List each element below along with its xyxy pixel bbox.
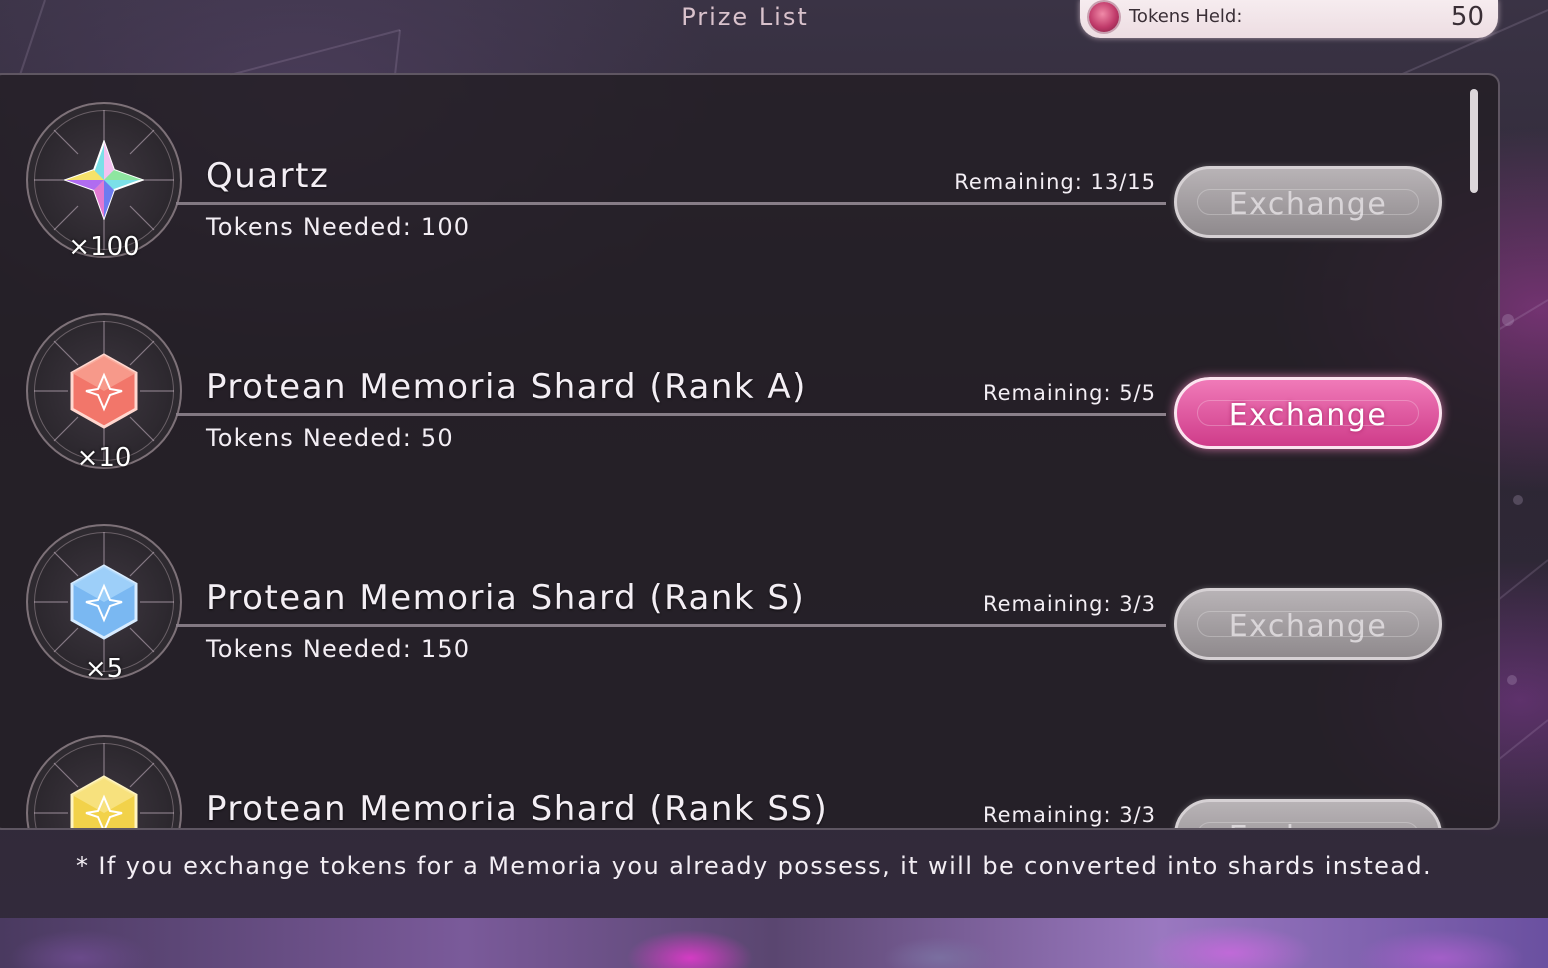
exchange-button[interactable]: Exchange [1174,588,1442,660]
button-decoration [1197,611,1419,637]
prize-medal: ×100 [26,102,182,262]
exchange-button[interactable]: Exchange [1174,377,1442,449]
prize-name: Protean Memoria Shard (Rank A) [206,367,807,407]
blue-hexagon-shard-icon [70,564,138,640]
scrollbar-thumb[interactable] [1470,89,1478,193]
prize-name: Quartz [206,156,330,196]
row-divider [176,413,1166,416]
background-flower-art [0,918,1548,968]
tokens-needed: Tokens Needed: 150 [206,635,471,663]
remaining-count: Remaining: 3/3 [982,803,1156,827]
tokens-held-display: Tokens Held: 50 [1080,0,1498,38]
prize-name: Protean Memoria Shard (Rank SS) [206,789,829,829]
row-divider [176,202,1166,205]
footnote: * If you exchange tokens for a Memoria y… [76,852,1433,880]
prize-row-rank-a: ×10 Protean Memoria Shard (Rank A) Token… [0,311,1472,522]
prize-row-rank-s: ×5 Protean Memoria Shard (Rank S) Tokens… [0,522,1472,733]
button-decoration [1197,822,1419,828]
token-coin-icon [1089,2,1119,32]
red-hexagon-shard-icon [70,353,138,429]
prize-quantity: ×100 [68,232,140,262]
prize-medal: ×5 [26,524,182,684]
prize-row-quartz: ×100 Quartz Tokens Needed: 100 Remaining… [0,100,1472,311]
tokens-held-value: 50 [1450,2,1484,32]
prize-medal [26,735,182,828]
button-decoration [1197,189,1419,215]
tokens-held-label: Tokens Held: [1129,6,1243,27]
tokens-needed: Tokens Needed: 50 [206,424,454,452]
gold-hexagon-shard-icon [70,775,138,828]
prize-list-panel[interactable]: ×100 Quartz Tokens Needed: 100 Remaining… [0,73,1500,830]
exchange-button[interactable]: Exchange [1174,166,1442,238]
remaining-count: Remaining: 13/15 [954,170,1156,194]
prize-row-rank-ss: Protean Memoria Shard (Rank SS) Remainin… [0,733,1472,829]
prize-quantity: ×5 [84,654,124,684]
tokens-needed: Tokens Needed: 100 [206,213,471,241]
remaining-count: Remaining: 5/5 [982,381,1156,405]
button-decoration [1197,400,1419,426]
prize-name: Protean Memoria Shard (Rank S) [206,578,806,618]
remaining-count: Remaining: 3/3 [982,592,1156,616]
rainbow-star-crystal-icon [64,140,144,220]
row-divider [176,624,1166,627]
exchange-button[interactable]: Exchange [1174,799,1442,828]
prize-medal: ×10 [26,313,182,473]
prize-quantity: ×10 [76,443,132,473]
